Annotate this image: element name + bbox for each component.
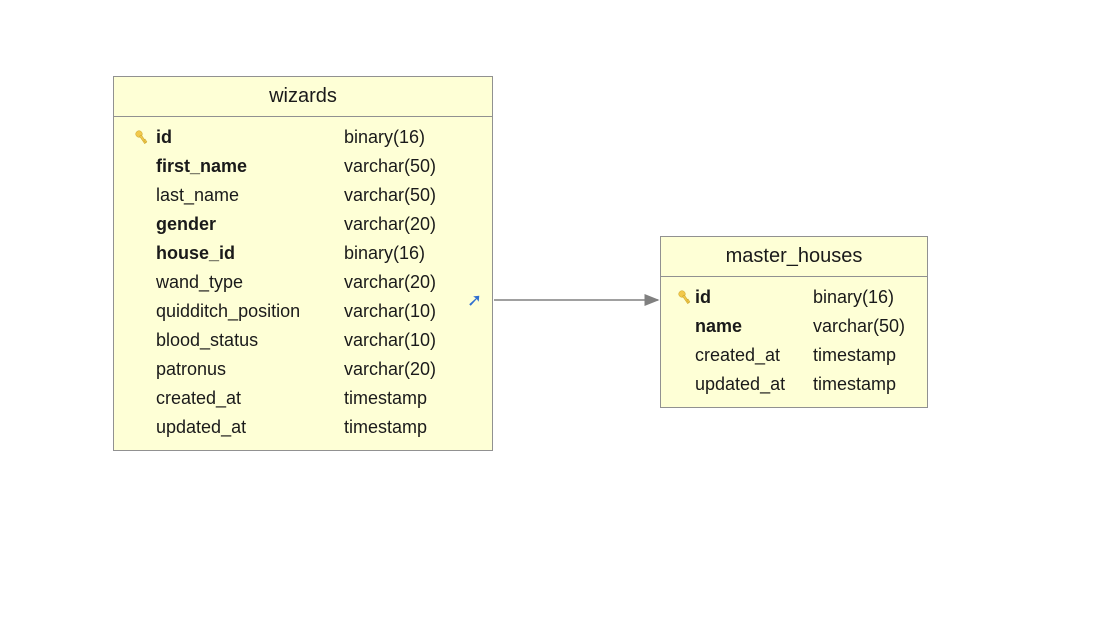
primary-key-icon [128, 128, 156, 148]
table-row: patronus varchar(20) [128, 355, 478, 384]
column-type: varchar(20) [344, 272, 464, 293]
column-type: varchar(50) [813, 316, 913, 337]
column-type: varchar(50) [344, 185, 464, 206]
table-row: id binary(16) [675, 283, 913, 312]
table-wizards: wizards id binary(16) first_name varchar… [113, 76, 493, 451]
column-type: timestamp [344, 417, 464, 438]
column-name: first_name [156, 156, 336, 177]
column-name: id [695, 287, 805, 308]
column-type: varchar(10) [344, 330, 464, 351]
column-name: created_at [156, 388, 336, 409]
column-name: created_at [695, 345, 805, 366]
column-type: timestamp [344, 388, 464, 409]
column-type: timestamp [813, 374, 913, 395]
column-name: house_id [156, 243, 336, 264]
table-row: first_name varchar(50) [128, 152, 478, 181]
column-name: wand_type [156, 272, 336, 293]
column-name: name [695, 316, 805, 337]
table-rows-master-houses: id binary(16) name varchar(50) created_a… [661, 277, 927, 407]
column-name: blood_status [156, 330, 336, 351]
column-type: binary(16) [344, 243, 464, 264]
table-row: quidditch_position varchar(10) [128, 297, 478, 326]
column-type: binary(16) [813, 287, 913, 308]
table-title-wizards: wizards [114, 77, 492, 117]
column-name: gender [156, 214, 336, 235]
column-type: varchar(20) [344, 214, 464, 235]
table-row: gender varchar(20) [128, 210, 478, 239]
table-title-master-houses: master_houses [661, 237, 927, 277]
column-name: last_name [156, 185, 336, 206]
column-name: patronus [156, 359, 336, 380]
table-row: blood_status varchar(10) [128, 326, 478, 355]
table-row: created_at timestamp [675, 341, 913, 370]
column-name: updated_at [156, 417, 336, 438]
table-row: updated_at timestamp [675, 370, 913, 399]
table-rows-wizards: id binary(16) first_name varchar(50) las… [114, 117, 492, 450]
column-type: timestamp [813, 345, 913, 366]
table-row: id binary(16) [128, 123, 478, 152]
table-row: house_id binary(16) [128, 239, 478, 268]
column-name: id [156, 127, 336, 148]
foreign-key-icon: ➚ [467, 290, 482, 311]
table-row: wand_type varchar(20) [128, 268, 478, 297]
table-master-houses: master_houses id binary(16) name varchar… [660, 236, 928, 408]
column-type: varchar(50) [344, 156, 464, 177]
primary-key-icon [675, 288, 695, 308]
table-row: updated_at timestamp [128, 413, 478, 442]
column-type: binary(16) [344, 127, 464, 148]
table-row: name varchar(50) [675, 312, 913, 341]
table-row: created_at timestamp [128, 384, 478, 413]
column-name: quidditch_position [156, 301, 336, 322]
column-name: updated_at [695, 374, 805, 395]
column-type: varchar(10) [344, 301, 464, 322]
column-type: varchar(20) [344, 359, 464, 380]
table-row: last_name varchar(50) [128, 181, 478, 210]
